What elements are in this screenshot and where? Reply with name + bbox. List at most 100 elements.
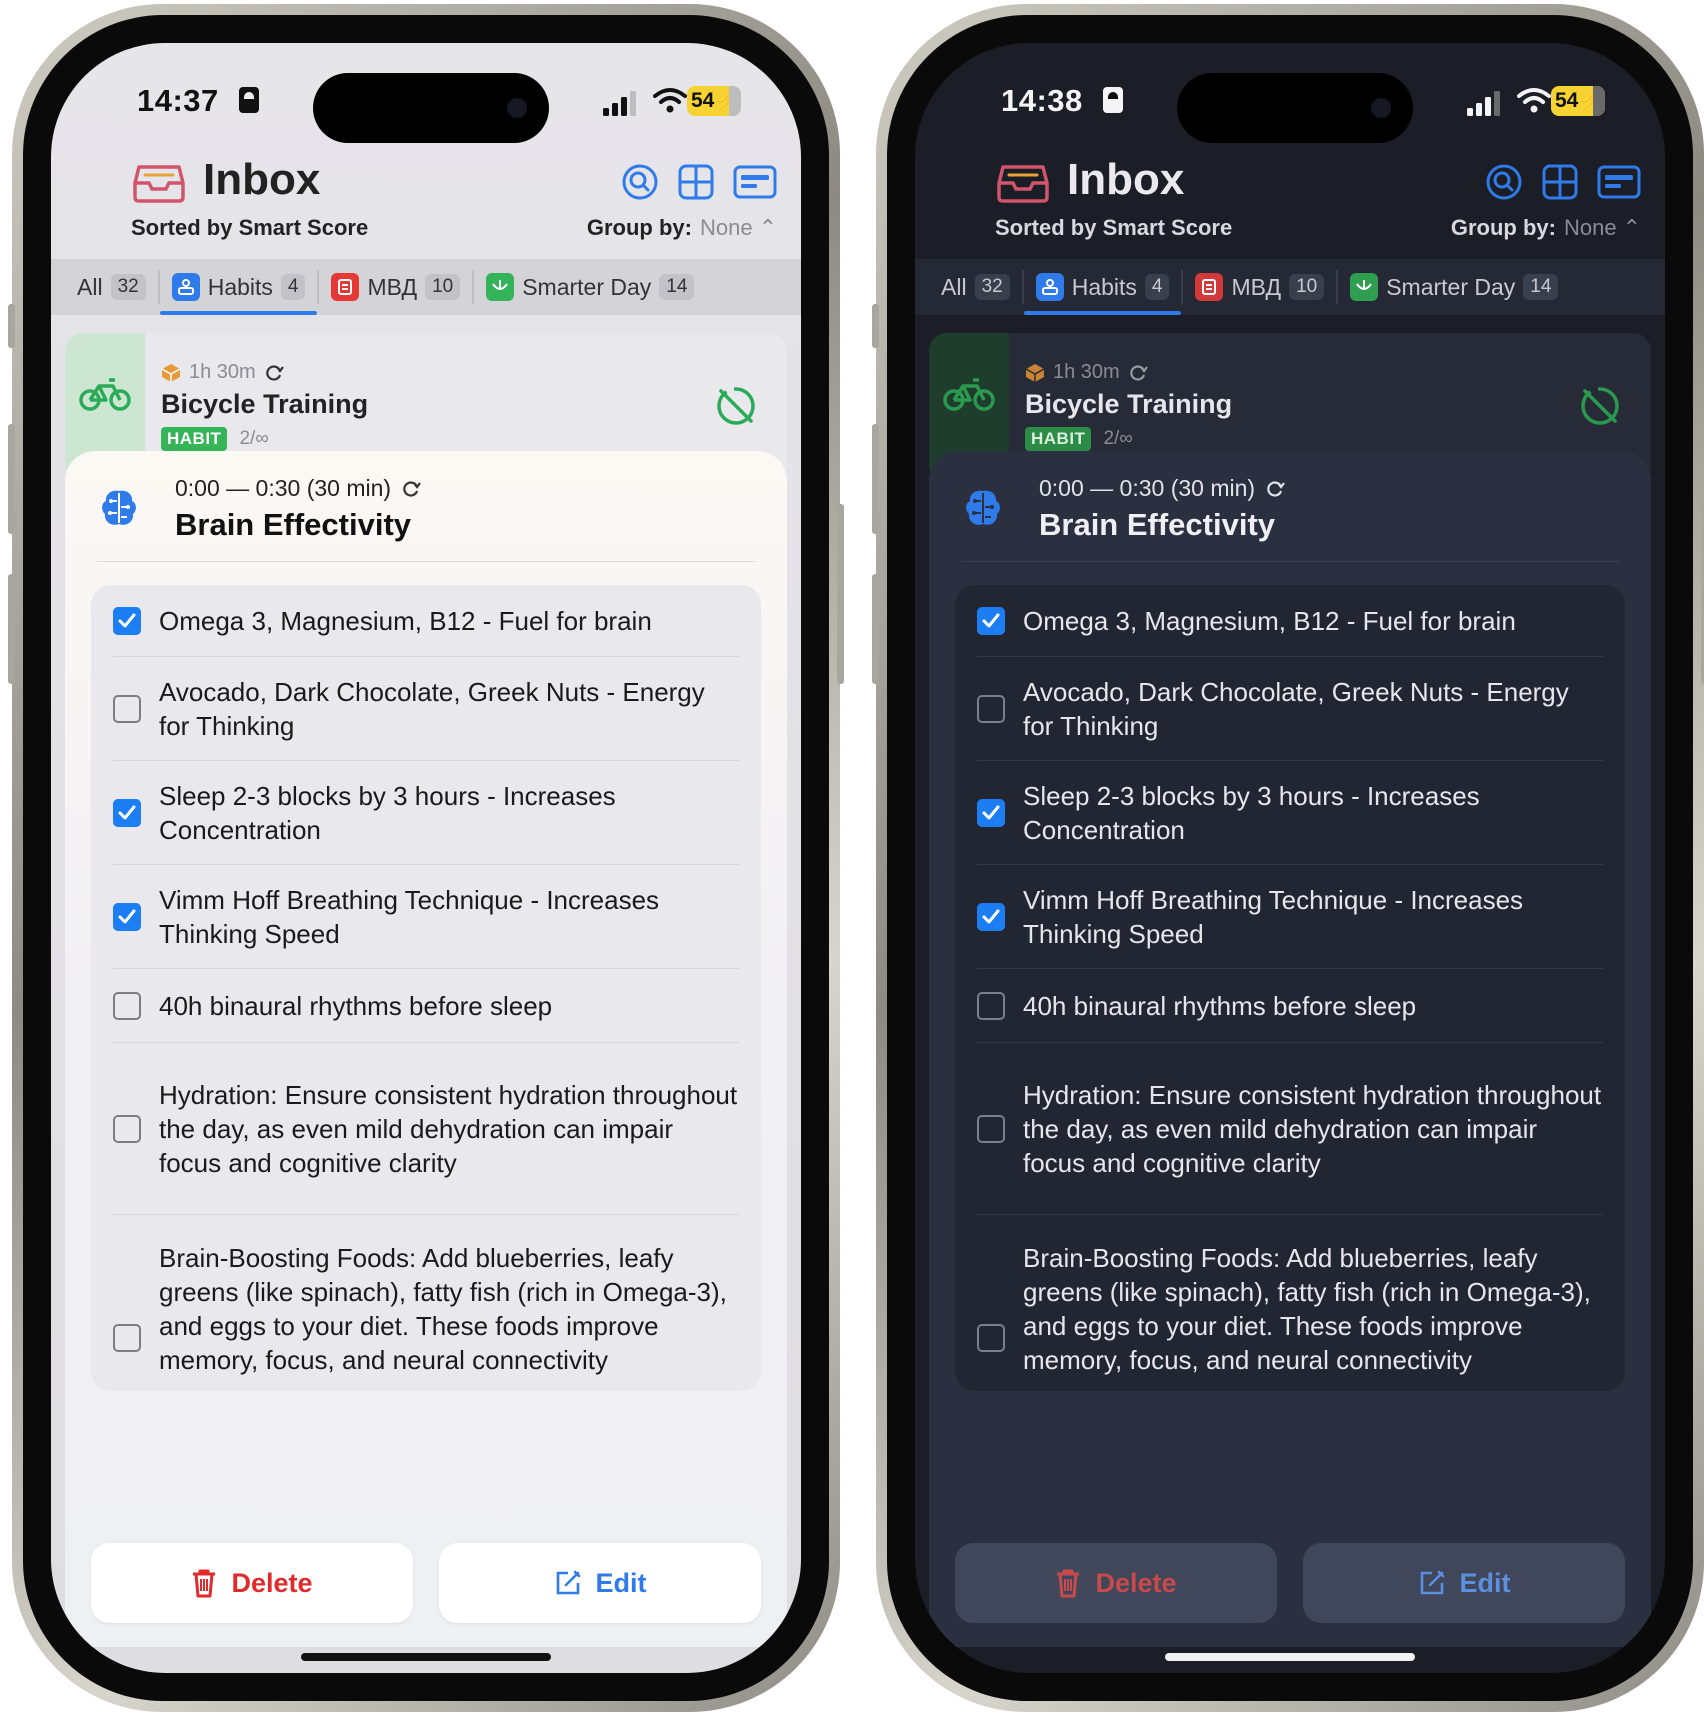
tab-smarter-day[interactable]: Smarter Day 14 bbox=[1338, 259, 1570, 315]
bicycle-icon bbox=[943, 378, 995, 411]
volume-down-button bbox=[872, 574, 879, 684]
trash-icon bbox=[193, 1569, 216, 1598]
checkbox-unchecked[interactable] bbox=[113, 695, 141, 723]
tab-all[interactable]: All 32 bbox=[929, 259, 1022, 315]
task-title: Bicycle Training bbox=[1025, 389, 1233, 419]
group-by-value[interactable]: None bbox=[1564, 215, 1617, 240]
checkbox-unchecked[interactable] bbox=[977, 1115, 1005, 1143]
id-card-icon bbox=[1103, 87, 1123, 113]
checkmark-icon bbox=[118, 805, 136, 820]
tab-smarter-day[interactable]: Smarter Day 14 bbox=[474, 259, 706, 315]
group-by-label: Group by: bbox=[586, 215, 692, 240]
edit-button[interactable]: Edit bbox=[439, 1543, 761, 1623]
checklist-item-text: Brain-Boosting Foods: Add blueberries, l… bbox=[159, 1243, 727, 1375]
chevron-updown-icon: ⌃ bbox=[1622, 215, 1641, 240]
group-by-value[interactable]: None bbox=[700, 215, 753, 240]
checklist-item[interactable]: Hydration: Ensure consistent hydration t… bbox=[91, 1043, 761, 1215]
checklist-item[interactable]: Hydration: Ensure consistent hydration t… bbox=[955, 1043, 1625, 1215]
checklist-item[interactable]: 40h binaural rhythms before sleep bbox=[91, 969, 761, 1043]
tab-count-badge: 4 bbox=[1144, 274, 1170, 300]
tab-label: All bbox=[941, 273, 967, 300]
card-view-icon[interactable] bbox=[733, 163, 777, 201]
checklist-item[interactable]: 40h binaural rhythms before sleep bbox=[955, 969, 1625, 1043]
cellular-signal-icon bbox=[1467, 91, 1500, 116]
checkbox-checked[interactable] bbox=[977, 903, 1005, 931]
checkbox-unchecked[interactable] bbox=[977, 1324, 1005, 1352]
mvd-icon bbox=[1195, 273, 1224, 301]
trash-icon bbox=[1057, 1569, 1080, 1598]
edit-icon bbox=[556, 1570, 580, 1595]
tab-count-badge: 4 bbox=[280, 274, 306, 300]
card-view-icon[interactable] bbox=[1597, 163, 1641, 201]
checkbox-unchecked[interactable] bbox=[113, 1115, 141, 1143]
action-button bbox=[872, 304, 879, 348]
task-time-range: 0:00 — 0:30 (30 min) bbox=[1039, 475, 1256, 501]
tab-habits[interactable]: Habits 4 bbox=[159, 259, 318, 315]
delete-label: Delete bbox=[231, 1567, 313, 1598]
brain-icon bbox=[966, 490, 1000, 525]
edit-button[interactable]: Edit bbox=[1303, 1543, 1625, 1623]
task-duration: 1h 30m bbox=[189, 361, 256, 383]
repeat-icon bbox=[403, 480, 421, 497]
habit-progress: 2/∞ bbox=[239, 428, 269, 449]
habits-icon bbox=[171, 273, 200, 301]
task-detail-sheet: 0:00 — 0:30 (30 min) Brain Effectivity O… bbox=[65, 451, 787, 1647]
checkbox-unchecked[interactable] bbox=[113, 1324, 141, 1352]
task-title: Bicycle Training bbox=[161, 389, 369, 419]
delete-button[interactable]: Delete bbox=[955, 1543, 1277, 1623]
task-time-range: 0:00 — 0:30 (30 min) bbox=[175, 475, 392, 501]
search-circle-icon[interactable] bbox=[1485, 163, 1523, 201]
tab-label: Habits bbox=[207, 273, 273, 300]
habits-icon bbox=[1035, 273, 1064, 301]
tab-label: Habits bbox=[1071, 273, 1137, 300]
edit-label: Edit bbox=[1459, 1567, 1511, 1598]
skip-icon[interactable] bbox=[715, 385, 757, 427]
checklist-item-text: Avocado, Dark Chocolate, Greek Nuts - En… bbox=[1023, 677, 1569, 741]
status-time: 14:38 bbox=[1001, 83, 1083, 118]
inbox-tray-icon bbox=[133, 165, 185, 203]
checklist-item-text: 40h binaural rhythms before sleep bbox=[1023, 991, 1417, 1021]
checklist-item[interactable]: Vimm Hoff Breathing Technique - Increase… bbox=[955, 865, 1625, 969]
delete-button[interactable]: Delete bbox=[91, 1543, 413, 1623]
phone-light-mode: 14:37 54⚡ Inbox Sorted by Smart Score Gr… bbox=[8, 4, 844, 1712]
checkbox-checked[interactable] bbox=[113, 799, 141, 827]
checkbox-checked[interactable] bbox=[113, 903, 141, 931]
tab-mvd[interactable]: МВД 10 bbox=[319, 259, 472, 315]
edit-label: Edit bbox=[595, 1567, 647, 1598]
checklist-item-text: Sleep 2-3 blocks by 3 hours - Increases … bbox=[1023, 781, 1480, 845]
checkbox-unchecked[interactable] bbox=[977, 695, 1005, 723]
checklist-item[interactable]: Avocado, Dark Chocolate, Greek Nuts - En… bbox=[955, 657, 1625, 761]
checklist-item[interactable]: Brain-Boosting Foods: Add blueberries, l… bbox=[91, 1215, 761, 1391]
tab-habits[interactable]: Habits 4 bbox=[1023, 259, 1182, 315]
checklist-item[interactable]: Omega 3, Magnesium, B12 - Fuel for brain bbox=[91, 585, 761, 657]
checkbox-checked[interactable] bbox=[113, 607, 141, 635]
battery-indicator: 54⚡ bbox=[687, 86, 741, 116]
checklist-item[interactable]: Avocado, Dark Chocolate, Greek Nuts - En… bbox=[91, 657, 761, 761]
phone-dark-mode: 14:38 54⚡ Inbox Sorted by Smart Score Gr… bbox=[872, 4, 1704, 1712]
sheet-title: Brain Effectivity bbox=[1039, 507, 1276, 542]
checklist-item[interactable]: Brain-Boosting Foods: Add blueberries, l… bbox=[955, 1215, 1625, 1391]
tab-label: МВД bbox=[1231, 273, 1282, 300]
checklist-item[interactable]: Sleep 2-3 blocks by 3 hours - Increases … bbox=[91, 761, 761, 865]
checklist-item[interactable]: Sleep 2-3 blocks by 3 hours - Increases … bbox=[955, 761, 1625, 865]
screen: 14:38 54⚡ Inbox Sorted by Smart Score Gr… bbox=[915, 43, 1665, 1673]
tab-label: All bbox=[77, 273, 103, 300]
grid-icon[interactable] bbox=[677, 163, 715, 201]
tab-all[interactable]: All 32 bbox=[65, 259, 158, 315]
checklist-item-text: Brain-Boosting Foods: Add blueberries, l… bbox=[1023, 1243, 1591, 1375]
group-by-selector[interactable]: Group by: None ⌃ bbox=[587, 215, 777, 241]
sheet-title: Brain Effectivity bbox=[175, 507, 412, 542]
tab-count-badge: 14 bbox=[659, 274, 695, 300]
tab-mvd[interactable]: МВД 10 bbox=[1183, 259, 1336, 315]
page-title: Inbox bbox=[203, 155, 321, 204]
checklist-item[interactable]: Omega 3, Magnesium, B12 - Fuel for brain bbox=[955, 585, 1625, 657]
checkbox-checked[interactable] bbox=[977, 607, 1005, 635]
group-by-selector[interactable]: Group by: None ⌃ bbox=[1451, 215, 1641, 241]
search-circle-icon[interactable] bbox=[621, 163, 659, 201]
checklist-item[interactable]: Vimm Hoff Breathing Technique - Increase… bbox=[91, 865, 761, 969]
grid-icon[interactable] bbox=[1541, 163, 1579, 201]
checkbox-checked[interactable] bbox=[977, 799, 1005, 827]
checkbox-unchecked[interactable] bbox=[113, 992, 141, 1020]
skip-icon[interactable] bbox=[1579, 385, 1621, 427]
checkbox-unchecked[interactable] bbox=[977, 992, 1005, 1020]
